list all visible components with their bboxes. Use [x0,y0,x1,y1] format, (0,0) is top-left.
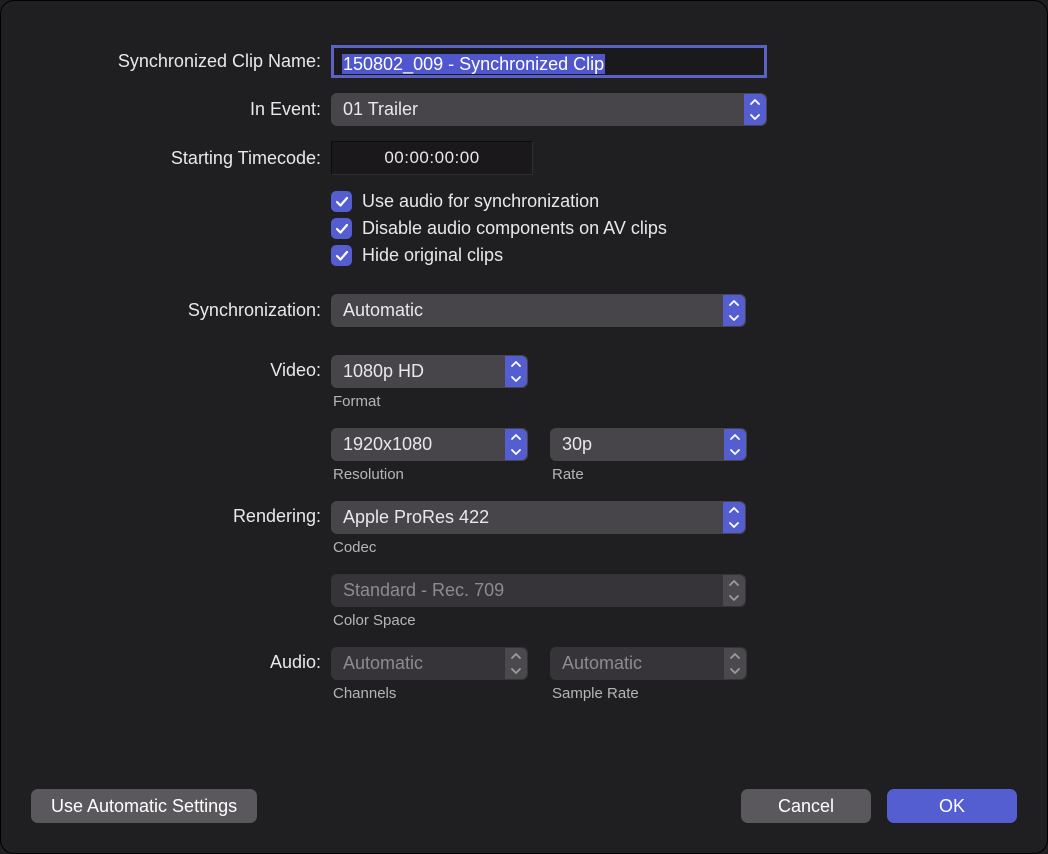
audio-samplerate-select: Automatic [550,647,747,680]
updown-icon [723,502,745,533]
in-event-select[interactable]: 01 Trailer [331,93,767,126]
updown-icon [723,575,745,606]
rendering-label: Rendering: [31,501,331,527]
color-space-sublabel: Color Space [333,612,1017,629]
video-label: Video: [31,355,331,381]
updown-icon [724,429,746,460]
samplerate-sublabel: Sample Rate [552,685,747,702]
codec-value: Apple ProRes 422 [343,507,489,527]
channels-sublabel: Channels [333,685,528,702]
starting-timecode-input[interactable]: 00:00:00:00 [331,141,533,175]
disable-av-label: Disable audio components on AV clips [362,218,667,239]
updown-icon [505,356,527,387]
updown-icon [723,295,745,326]
use-automatic-settings-button[interactable]: Use Automatic Settings [31,789,257,823]
audio-channels-select: Automatic [331,647,528,680]
use-audio-checkbox[interactable] [331,191,352,212]
color-space-select: Standard - Rec. 709 [331,574,746,607]
synchronization-label: Synchronization: [31,300,331,321]
codec-select[interactable]: Apple ProRes 422 [331,501,746,534]
updown-icon [724,648,746,679]
video-format-value: 1080p HD [343,361,424,381]
check-icon [335,223,349,235]
use-audio-label: Use audio for synchronization [362,191,599,212]
hide-original-checkbox[interactable] [331,245,352,266]
in-event-value: 01 Trailer [343,99,418,119]
dialog-footer: Use Automatic Settings Cancel OK [31,789,1017,823]
check-icon [335,250,349,262]
clip-name-label: Synchronized Clip Name: [31,51,331,72]
updown-icon [744,94,766,125]
synchronize-clips-dialog: Synchronized Clip Name: 150802_009 - Syn… [0,0,1048,854]
clip-name-value: 150802_009 - Synchronized Clip [342,54,605,74]
audio-label: Audio: [31,647,331,673]
check-icon [335,196,349,208]
resolution-sublabel: Resolution [333,466,528,483]
rate-select[interactable]: 30p [550,428,747,461]
format-sublabel: Format [333,393,1017,410]
rate-value: 30p [562,434,592,454]
audio-samplerate-value: Automatic [562,653,642,673]
hide-original-label: Hide original clips [362,245,503,266]
cancel-button[interactable]: Cancel [741,789,871,823]
disable-av-checkbox[interactable] [331,218,352,239]
color-space-value: Standard - Rec. 709 [343,580,504,600]
audio-channels-value: Automatic [343,653,423,673]
updown-icon [505,648,527,679]
video-format-select[interactable]: 1080p HD [331,355,528,388]
ok-button[interactable]: OK [887,789,1017,823]
synchronization-value: Automatic [343,300,423,320]
clip-name-input[interactable]: 150802_009 - Synchronized Clip [331,45,767,78]
updown-icon [505,429,527,460]
synchronization-select[interactable]: Automatic [331,294,746,327]
rate-sublabel: Rate [552,466,747,483]
starting-timecode-label: Starting Timecode: [31,148,331,169]
resolution-select[interactable]: 1920x1080 [331,428,528,461]
in-event-label: In Event: [31,99,331,120]
codec-sublabel: Codec [333,539,1017,556]
resolution-value: 1920x1080 [343,434,432,454]
